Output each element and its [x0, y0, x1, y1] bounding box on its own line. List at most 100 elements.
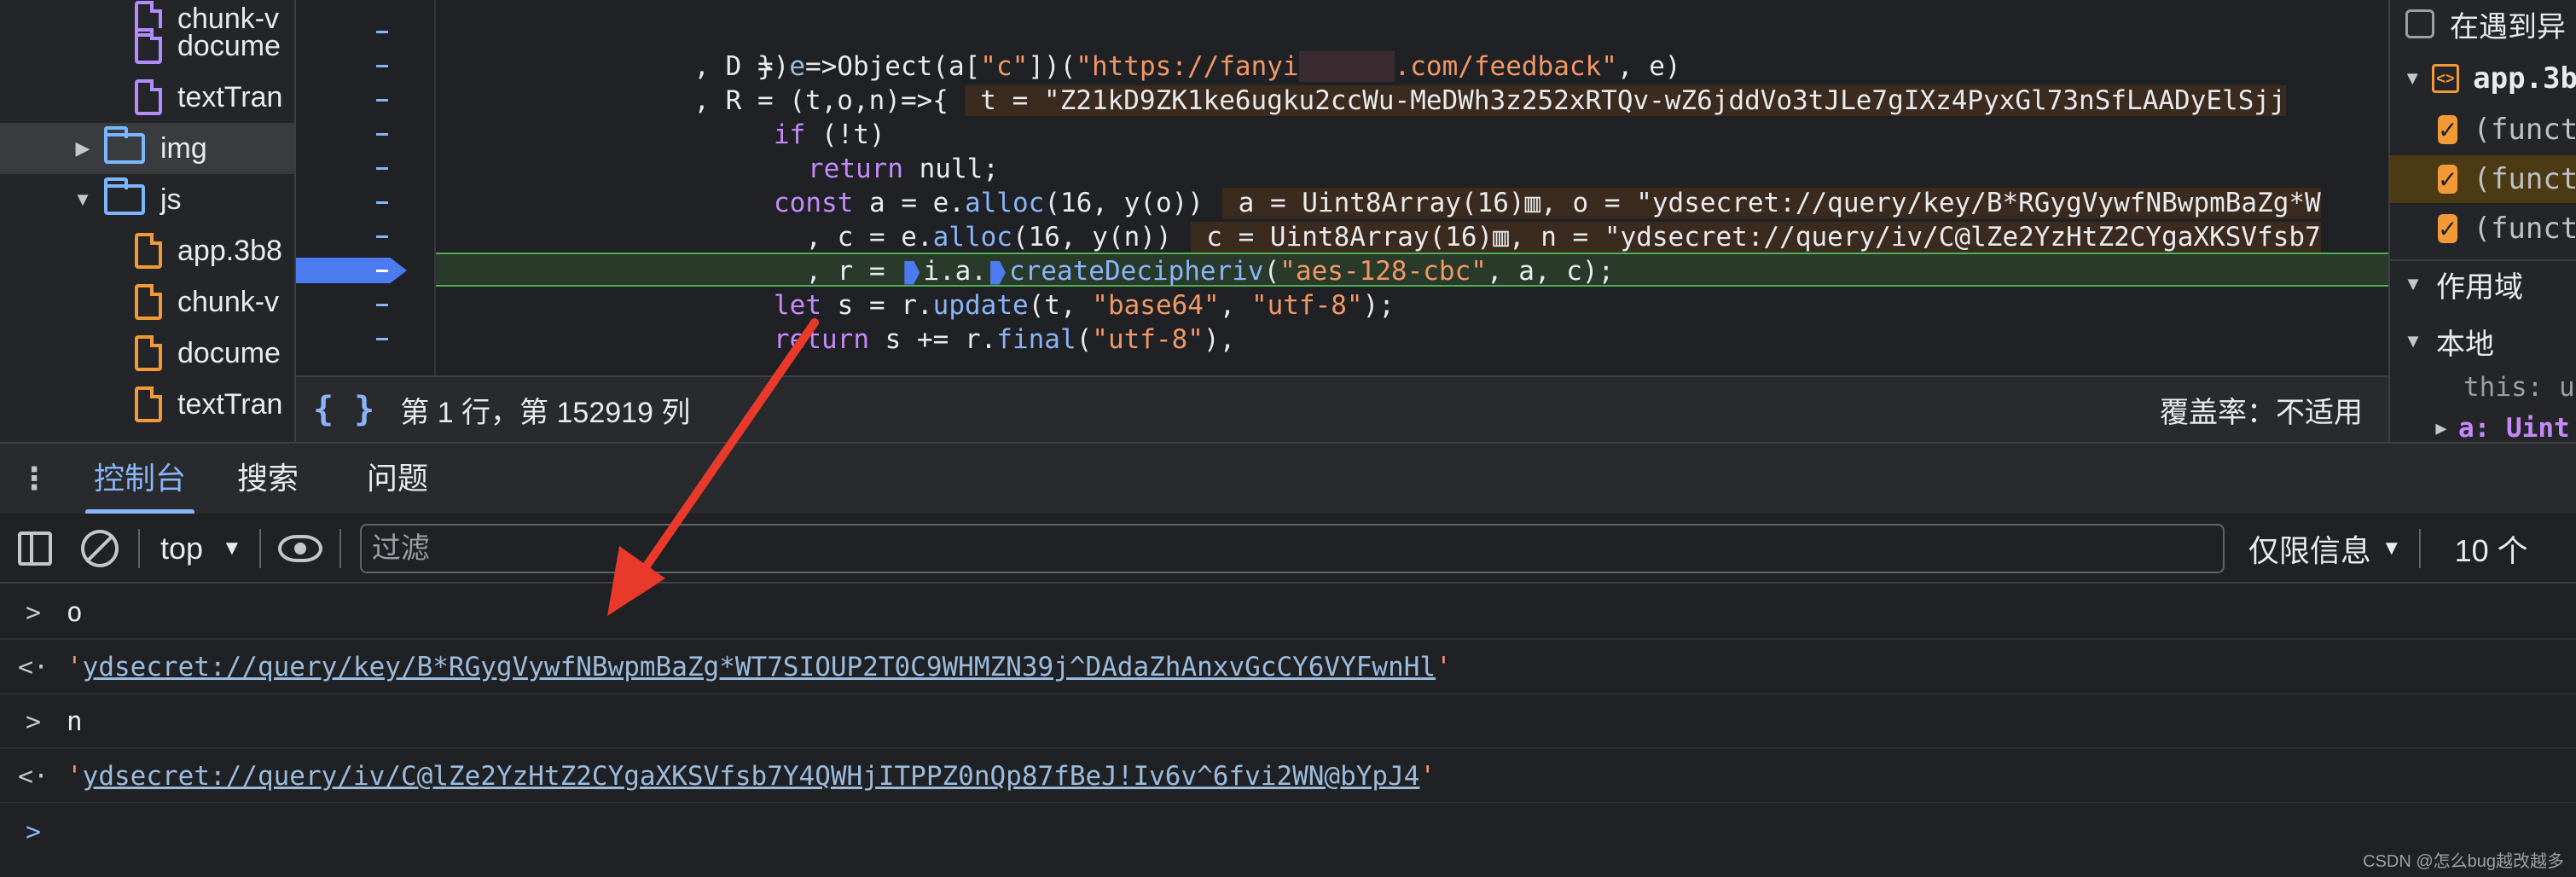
pause-on-exception-option[interactable]: 在遇到异: [2390, 0, 2576, 48]
gutter-marker[interactable]: [376, 235, 388, 238]
tree-item-file[interactable]: docume: [0, 20, 294, 72]
code-line: , c = e.alloc(16, y(n)) c = Uint8Array(1…: [774, 220, 2321, 254]
code-text: a = e.: [853, 188, 965, 218]
pretty-print-icon[interactable]: { }: [313, 390, 374, 429]
console-result-string[interactable]: 'ydsecret://query/iv/C@lZe2YzHtZ2CYgaXKS…: [67, 761, 1436, 792]
code-keyword: return: [808, 154, 903, 184]
console-output[interactable]: > o <· 'ydsecret://query/key/B*RGygVywfN…: [0, 587, 2576, 877]
gutter-marker[interactable]: [376, 338, 388, 340]
gutter-marker[interactable]: [376, 304, 388, 306]
collapse-arrow-icon[interactable]: ▼: [73, 189, 92, 211]
code-string: "c": [980, 51, 1029, 82]
clear-console-button[interactable]: [78, 527, 121, 570]
collapse-arrow-icon[interactable]: ▼: [2400, 273, 2426, 295]
watermark: CSDN @怎么bug越改越多: [2363, 852, 2564, 871]
memory-icon[interactable]: ▥: [1524, 188, 1541, 218]
clear-icon: [81, 530, 119, 567]
tree-item-file[interactable]: textTran: [0, 72, 294, 123]
inline-value: , o = "ydsecret://query/key/B*RGygVywfNB…: [1540, 188, 2321, 218]
source-editor[interactable]: }) , D = e=>Object(a["c"])("https://fany…: [296, 0, 2388, 375]
console-drawer: ⋮ 控制台 搜索 问题 top ▼ 仅限信息 ▼ 10 个 > o <· 'yd…: [0, 442, 2576, 877]
console-result-row[interactable]: <· 'ydsecret://query/iv/C@lZe2YzHtZ2CYga…: [0, 751, 2576, 804]
code-text: , r =: [774, 256, 902, 287]
result-link[interactable]: ydsecret://query/key/B*RGygVywfNBwpmBaZg…: [83, 652, 1436, 682]
code-text: (t,: [1028, 290, 1093, 321]
breakpoint-script-group[interactable]: ▼ <> app.3b: [2390, 55, 2576, 102]
step-marker-icon[interactable]: [904, 260, 920, 285]
code-line: }): [662, 15, 789, 82]
console-prompt-row[interactable]: >: [0, 805, 2576, 858]
issues-counter[interactable]: 10 个: [2455, 526, 2528, 571]
tab-search[interactable]: 搜索: [212, 444, 324, 514]
tree-item-file[interactable]: docume: [0, 328, 294, 379]
code-text: ])(: [1028, 51, 1076, 82]
more-tabs-icon[interactable]: ⋮: [0, 461, 68, 497]
console-input-row[interactable]: > o: [0, 587, 2576, 640]
collapse-arrow-icon[interactable]: ▼: [2400, 67, 2425, 90]
tab-console[interactable]: 控制台: [68, 444, 212, 514]
tree-item-file[interactable]: chunk-v: [0, 276, 294, 328]
scope-section-header[interactable]: ▼ 作用域: [2390, 259, 2576, 307]
paused-execution-line: , r = i.a. createDecipheriv("aes-128-cbc"…: [436, 253, 2388, 287]
tree-item-file[interactable]: textTran: [0, 379, 294, 430]
gutter-marker[interactable]: [376, 201, 388, 204]
code-line: , R = (t,o,n)=>{ t = "Z21kD9ZK1ke6ugku2c…: [662, 84, 2286, 118]
gutter-marker[interactable]: [376, 99, 388, 102]
tab-issues[interactable]: 问题: [341, 444, 454, 514]
tree-item-folder-img[interactable]: ▶ img: [0, 123, 294, 174]
inline-value: c = Uint8Array(16): [1190, 222, 1494, 253]
breakpoint-item[interactable]: ✓ (funct: [2390, 205, 2576, 253]
code-string: "https://fanyi: [1076, 51, 1299, 82]
code-line: const a = e.alloc(16, y(o)) a = Uint8Arr…: [774, 186, 2321, 220]
console-prompt-icon: >: [25, 816, 42, 847]
gutter-marker[interactable]: [376, 65, 388, 67]
console-result-row[interactable]: <· 'ydsecret://query/key/B*RGygVywfNBwpm…: [0, 642, 2576, 694]
live-expression-eye-icon[interactable]: [277, 535, 322, 562]
file-icon: [135, 233, 162, 269]
file-navigator: chunk-v docume textTran ▶ img ▼ js app.3…: [0, 0, 294, 442]
console-result-string[interactable]: 'ydsecret://query/key/B*RGygVywfNBwpmBaZ…: [67, 652, 1452, 682]
tree-item-label: chunk-v: [177, 285, 280, 318]
code-text: s += r.: [868, 324, 997, 355]
local-scope-header[interactable]: ▼ 本地: [2390, 317, 2576, 365]
dropdown-arrow-icon: ▼: [2381, 537, 2402, 560]
context-selector[interactable]: top ▼: [160, 531, 242, 566]
code-function: alloc: [932, 222, 1012, 253]
console-input-row[interactable]: > n: [0, 696, 2576, 749]
tree-item-label: app.3b8: [177, 234, 282, 267]
breakpoint-item-active[interactable]: ✓ (funct: [2390, 155, 2576, 203]
checkbox-checked-icon[interactable]: ✓: [2438, 165, 2458, 194]
gutter-marker[interactable]: [376, 31, 388, 33]
log-levels-dropdown[interactable]: 仅限信息 ▼: [2248, 526, 2402, 571]
scope-variable[interactable]: ▶ a: Uint: [2390, 404, 2576, 442]
code-area[interactable]: }) , D = e=>Object(a["c"])("https://fany…: [436, 0, 2388, 375]
scope-title: 本地: [2436, 328, 2494, 361]
tree-item-folder-js[interactable]: ▼ js: [0, 174, 294, 225]
breakpoint-item[interactable]: ✓ (funct: [2390, 106, 2576, 154]
checkbox[interactable]: [2405, 9, 2434, 38]
file-icon: [135, 284, 162, 320]
expand-arrow-icon[interactable]: ▶: [2433, 418, 2450, 439]
toolbar-divider: [258, 529, 261, 568]
code-text: , a, c);: [1486, 256, 1615, 287]
memory-icon[interactable]: ▥: [1493, 222, 1509, 253]
collapse-arrow-icon[interactable]: ▼: [2400, 330, 2426, 352]
gutter-marker[interactable]: [376, 167, 388, 170]
result-link[interactable]: ydsecret://query/iv/C@lZe2YzHtZ2CYgaXKSV…: [83, 761, 1420, 792]
checkbox-checked-icon[interactable]: ✓: [2438, 214, 2458, 243]
sidebar-toggle-button[interactable]: [14, 527, 56, 570]
coverage-status: 覆盖率：不适用: [2160, 396, 2363, 429]
line-gutter[interactable]: [296, 0, 434, 375]
folder-icon: [104, 177, 145, 215]
expand-arrow-icon[interactable]: ▶: [73, 137, 92, 160]
gutter-marker[interactable]: [376, 133, 388, 136]
breakpoint-marker[interactable]: [296, 258, 407, 283]
code-text: s = r.: [821, 290, 933, 321]
filter-input[interactable]: [359, 524, 2225, 573]
checkbox-checked-icon[interactable]: ✓: [2438, 115, 2458, 144]
file-icon: [135, 335, 162, 371]
code-keyword: if: [774, 119, 806, 150]
step-marker-icon[interactable]: [989, 260, 1006, 285]
code-text: (16, y(o)): [1044, 188, 1204, 218]
tree-item-file[interactable]: app.3b8: [0, 225, 294, 276]
